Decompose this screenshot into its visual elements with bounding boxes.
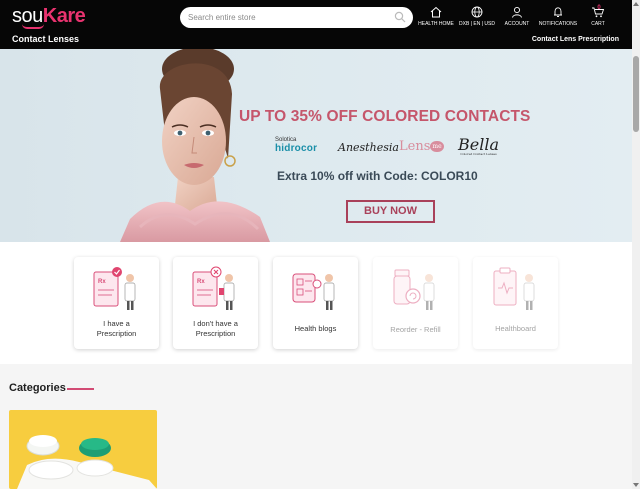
lens-label: Lens	[399, 139, 431, 154]
categories-heading: Categories	[9, 382, 66, 394]
card-label: Healthboard	[495, 324, 536, 333]
hidrocor-label: hidrocor	[275, 143, 318, 154]
card-health-blogs[interactable]: Health blogs	[273, 257, 358, 349]
prescription-cross-icon: Rx	[192, 266, 235, 310]
svg-text:Rx: Rx	[197, 279, 205, 285]
card-have-prescription[interactable]: Rx I have a Prescription	[74, 257, 159, 349]
health-blogs-icon	[292, 273, 335, 310]
nav-label: CART	[591, 21, 605, 27]
reorder-refill-icon	[393, 269, 435, 310]
top-header: souKare HEALTH HOME DXB | EN | USD ACCOU…	[0, 0, 632, 49]
solotica-brand-logo: Solotica hidrocor	[275, 137, 317, 154]
category-title[interactable]: Contact Lenses	[12, 34, 79, 44]
bell-icon	[554, 7, 562, 17]
promo-code-text: Extra 10% off with Code: COLOR10	[277, 169, 478, 183]
card-no-prescription[interactable]: Rx I don't have a Prescription	[173, 257, 258, 349]
lens-case-photo	[17, 435, 157, 489]
nav-account[interactable]: ACCOUNT	[502, 6, 532, 27]
categories-underline	[67, 388, 94, 390]
scroll-down-arrow-icon[interactable]	[633, 483, 639, 487]
nav-locale[interactable]: DXB | EN | USD	[458, 6, 496, 27]
banner-title: UP TO 35% OFF COLORED CONTACTS	[239, 108, 531, 125]
home-icon	[430, 6, 442, 18]
nav-label: ACCOUNT	[504, 21, 530, 27]
nav-label: NOTIFICATIONS	[538, 21, 578, 27]
buy-now-button[interactable]: BUY NOW	[346, 200, 435, 223]
svg-text:Rx: Rx	[98, 279, 106, 285]
anesthesia-brand-logo: Anesthesia	[338, 141, 399, 154]
globe-icon	[471, 6, 483, 18]
nav-label: DXB | EN | USD	[459, 21, 495, 27]
healthboard-icon	[493, 267, 535, 310]
search-box	[180, 7, 413, 28]
cart-count-badge: 0	[597, 5, 601, 11]
card-label-line2: Prescription	[195, 329, 236, 338]
prescription-check-icon: Rx	[93, 267, 136, 310]
lensme-brand-logo: Lens me	[399, 139, 444, 154]
card-label-line1: I have a	[103, 319, 130, 328]
card-label-line1: I don't have a	[193, 319, 238, 328]
scroll-up-arrow-icon[interactable]	[633, 2, 639, 6]
user-icon	[512, 6, 522, 18]
nav-cart[interactable]: 0 CART	[586, 5, 610, 27]
card-label: Reorder - Refill	[390, 325, 441, 334]
category-card-contact-lens-cases[interactable]	[9, 410, 157, 489]
nav-label: HEALTH HOME	[418, 21, 454, 27]
search-input[interactable]	[188, 10, 388, 25]
card-label-line2: Prescription	[96, 329, 137, 338]
prescription-link[interactable]: Contact Lens Prescription	[532, 36, 619, 43]
card-reorder-refill[interactable]: Reorder - Refill	[373, 257, 458, 349]
bella-brand-logo: Bella Colored Contact Lenses	[458, 135, 499, 156]
lens-me-badge: me	[430, 141, 444, 152]
search-icon[interactable]	[394, 11, 406, 23]
quick-links-section: Rx I have a Prescription Rx I don't have…	[0, 242, 632, 364]
card-label: Health blogs	[294, 324, 337, 333]
logo-smile-arc	[22, 24, 44, 29]
nav-notifications[interactable]: NOTIFICATIONS	[538, 6, 578, 27]
model-photo	[120, 49, 270, 242]
nav-health-home[interactable]: HEALTH HOME	[418, 6, 454, 27]
logo-text-part2: Kare	[42, 5, 86, 27]
promo-banner[interactable]: UP TO 35% OFF COLORED CONTACTS Solotica …	[0, 49, 632, 242]
card-healthboard[interactable]: Healthboard	[473, 257, 558, 349]
page-scrollbar[interactable]	[632, 0, 640, 489]
scrollbar-thumb[interactable]	[633, 56, 639, 132]
bella-sub-label: Colored Contact Lenses	[460, 152, 497, 156]
